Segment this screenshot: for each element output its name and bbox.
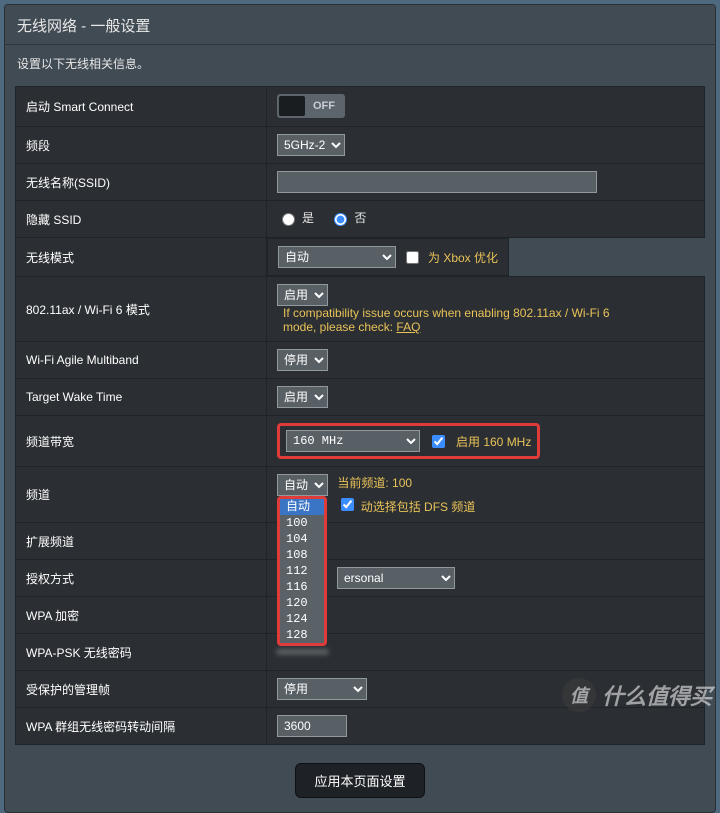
toggle-state: OFF — [305, 100, 343, 112]
hide-ssid-yes[interactable] — [282, 213, 295, 226]
label-ax: 802.11ax / Wi-Fi 6 模式 — [16, 277, 267, 342]
dfs-label: 动选择包括 DFS 频道 — [361, 500, 476, 514]
faq-link[interactable]: FAQ — [396, 320, 420, 334]
page-title: 无线网络 - 一般设置 — [5, 5, 715, 45]
bandwidth-select[interactable]: 160 MHz — [286, 430, 420, 452]
band-select[interactable]: 5GHz-2 — [277, 134, 345, 156]
enable-160-label: 启用 160 MHz — [456, 433, 531, 450]
twt-select[interactable]: 启用 — [277, 386, 328, 408]
label-channel: 频道 — [16, 467, 267, 523]
ssid-input[interactable] — [277, 171, 597, 193]
label-psk: WPA-PSK 无线密码 — [16, 634, 267, 671]
current-channel-value: 100 — [392, 476, 412, 490]
channel-dropdown-open: 自动100104108112116120124128 — [277, 496, 327, 646]
hide-ssid-yes-label: 是 — [302, 209, 314, 226]
label-agile: Wi-Fi Agile Multiband — [16, 342, 267, 379]
grk-input[interactable] — [277, 715, 347, 737]
label-ssid: 无线名称(SSID) — [16, 164, 267, 201]
pmf-select[interactable]: 停用 — [277, 678, 367, 700]
label-grk: WPA 群组无线密码转动间隔 — [16, 708, 267, 745]
ax-note: If compatibility issue occurs when enabl… — [283, 306, 610, 334]
hide-ssid-no-label: 否 — [354, 209, 366, 226]
channel-option[interactable]: 116 — [280, 579, 324, 595]
channel-option[interactable]: 128 — [280, 627, 324, 643]
apply-button[interactable]: 应用本页面设置 — [295, 763, 424, 798]
label-band: 频段 — [16, 127, 267, 164]
label-auth: 授权方式 — [16, 560, 267, 597]
label-bandwidth: 频道带宽 — [16, 416, 267, 467]
label-hide-ssid: 隐藏 SSID — [16, 201, 267, 238]
psk-value: •••••••••• — [277, 645, 329, 659]
channel-option[interactable]: 112 — [280, 563, 324, 579]
auth-select[interactable]: ersonal — [337, 567, 455, 589]
current-channel-label: 当前频道: — [337, 476, 392, 490]
hide-ssid-no[interactable] — [334, 213, 347, 226]
xbox-checkbox[interactable] — [406, 251, 419, 264]
ax-select[interactable]: 启用 — [277, 284, 328, 306]
mode-select[interactable]: 自动 — [278, 246, 396, 268]
label-ext-channel: 扩展频道 — [16, 523, 267, 560]
enable-160-checkbox[interactable] — [432, 435, 445, 448]
label-pmf: 受保护的管理帧 — [16, 671, 267, 708]
channel-option[interactable]: 100 — [280, 515, 324, 531]
channel-option[interactable]: 120 — [280, 595, 324, 611]
label-smart-connect: 启动 Smart Connect — [16, 87, 267, 127]
smart-connect-toggle[interactable]: OFF — [277, 94, 345, 118]
agile-select[interactable]: 停用 — [277, 349, 328, 371]
xbox-label: 为 Xbox 优化 — [428, 249, 498, 266]
label-wpa-enc: WPA 加密 — [16, 597, 267, 634]
channel-option[interactable]: 108 — [280, 547, 324, 563]
bandwidth-highlight: 160 MHz 启用 160 MHz — [277, 423, 540, 459]
label-twt: Target Wake Time — [16, 379, 267, 416]
settings-table: 启动 Smart Connect OFF 频段 5GHz-2 无线名称(SSID… — [15, 86, 705, 745]
channel-option[interactable]: 自动 — [280, 499, 324, 515]
channel-select[interactable]: 自动 — [277, 474, 328, 496]
toggle-knob — [279, 96, 305, 116]
page-description: 设置以下无线相关信息。 — [5, 45, 715, 86]
channel-option[interactable]: 104 — [280, 531, 324, 547]
label-mode: 无线模式 — [16, 238, 267, 277]
dfs-checkbox[interactable] — [341, 498, 354, 511]
channel-option[interactable]: 124 — [280, 611, 324, 627]
